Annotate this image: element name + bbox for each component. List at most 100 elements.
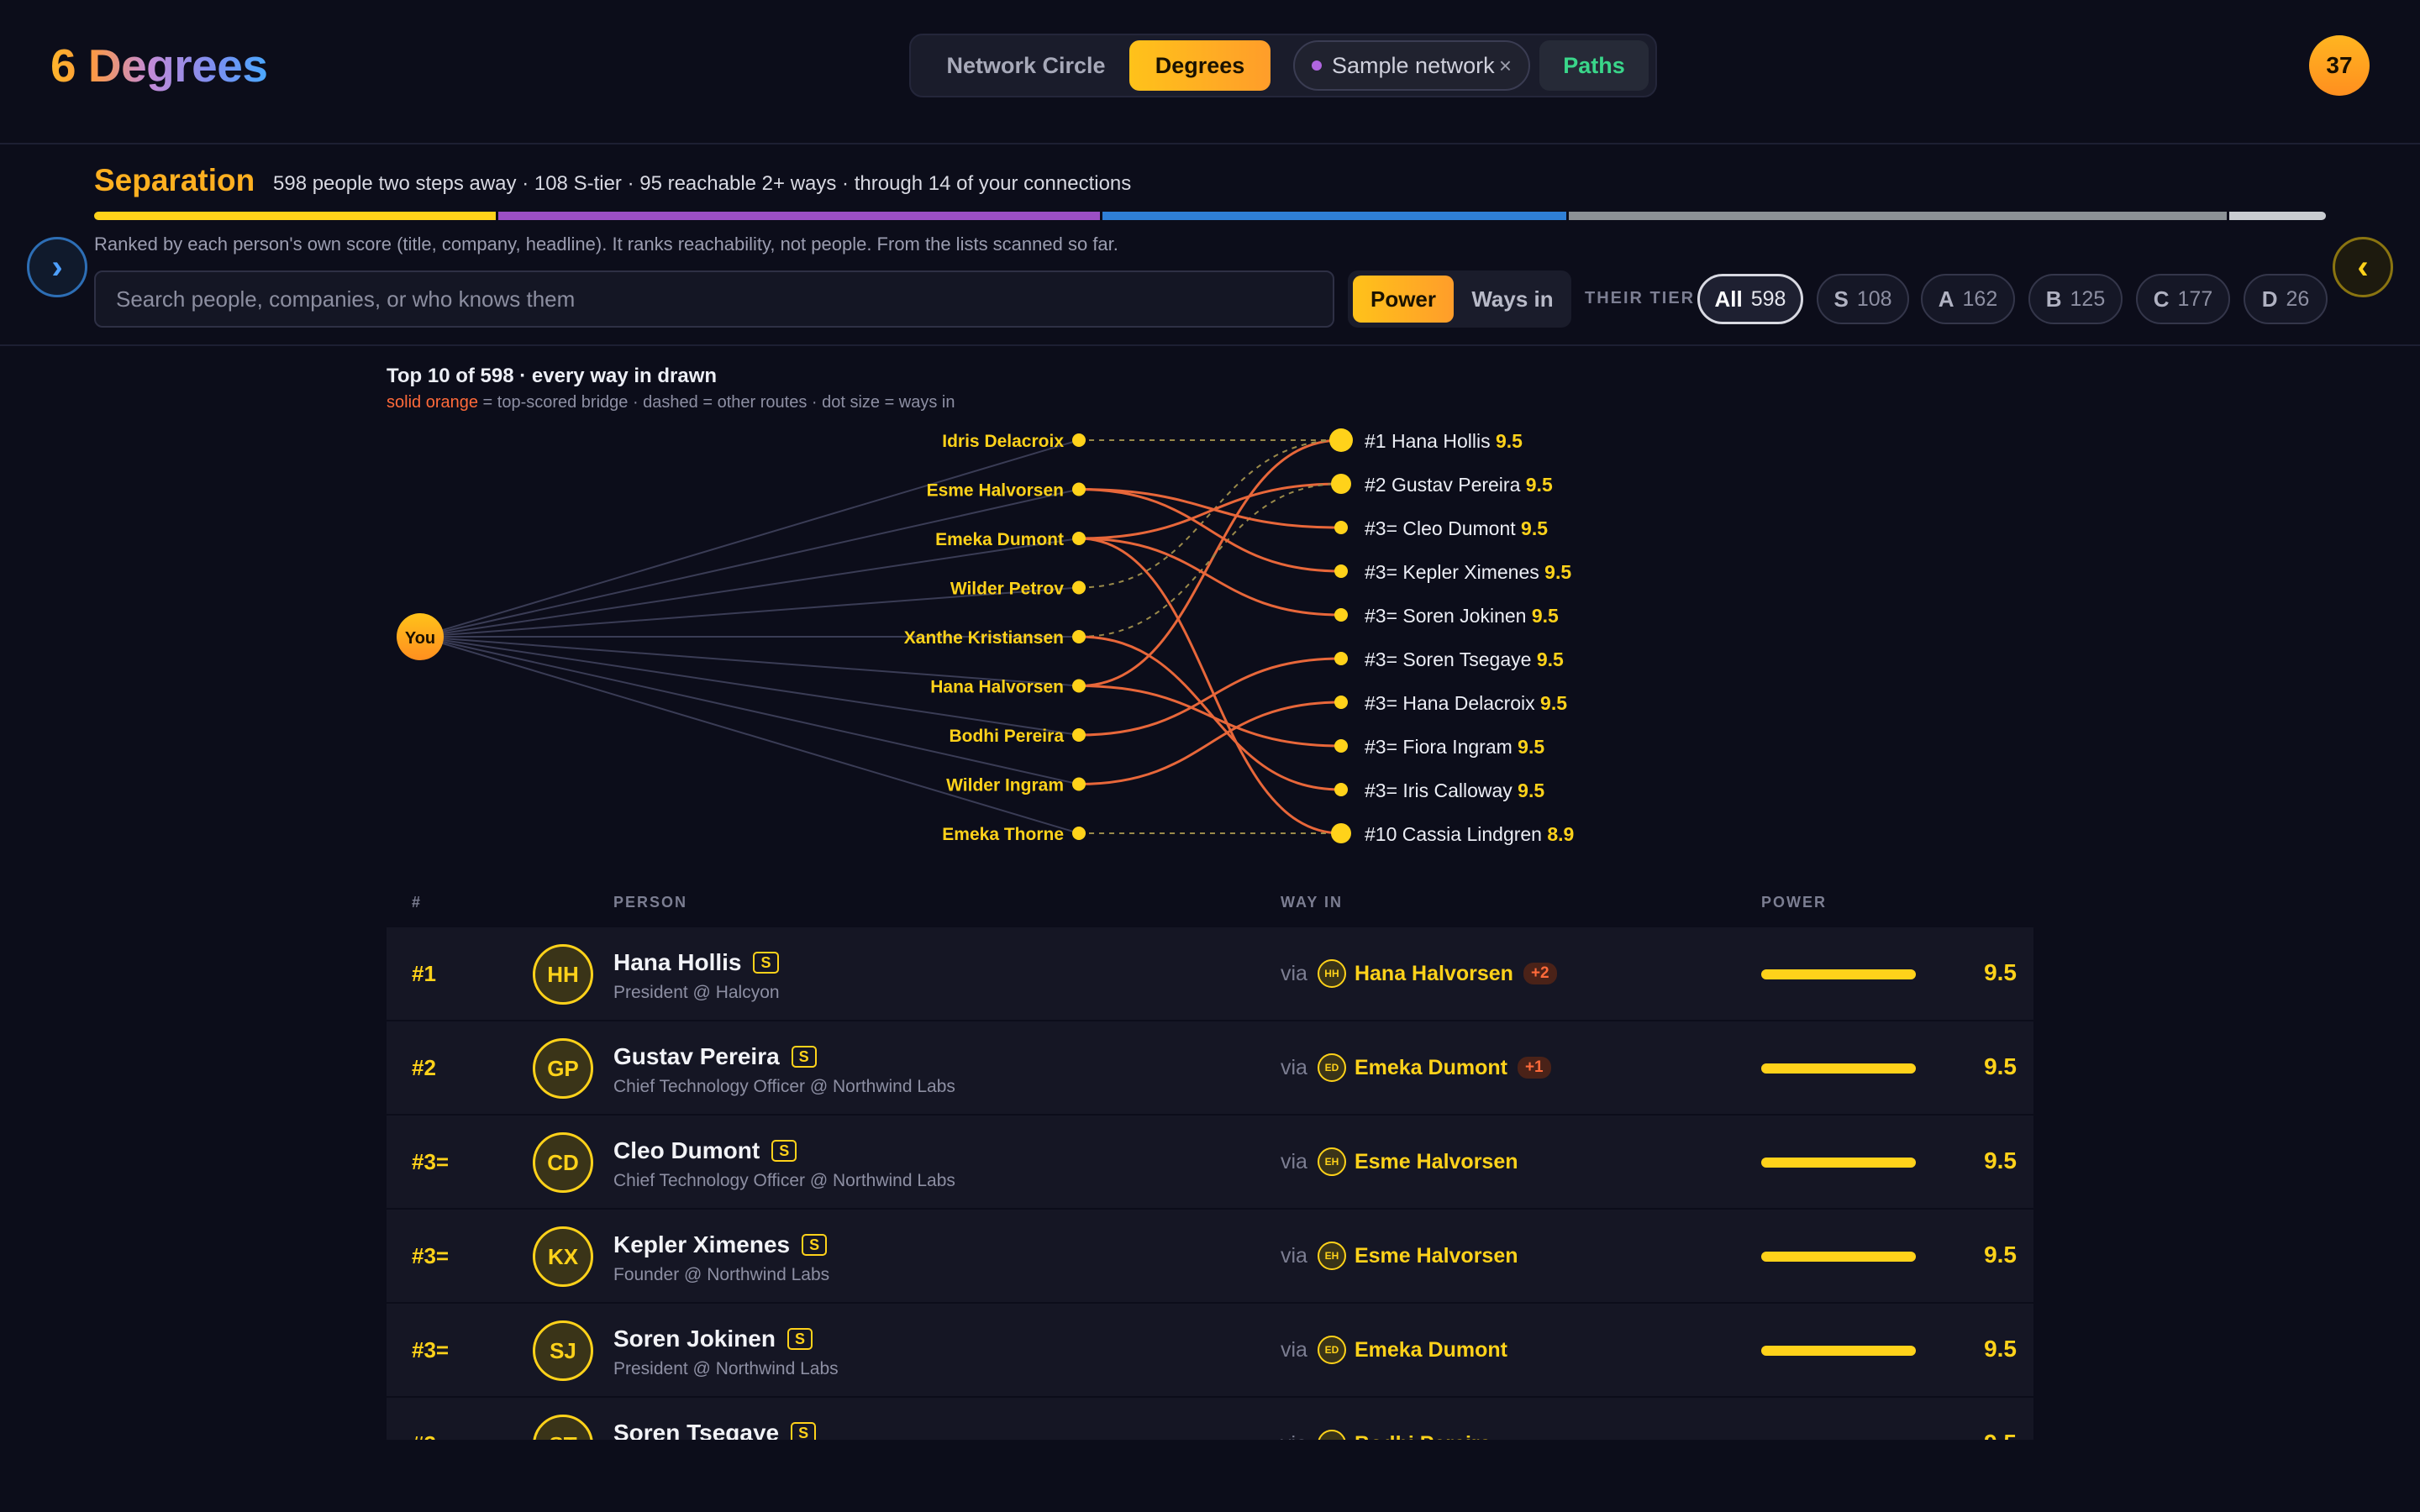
table-row[interactable]: #3= ST Soren Tsegaye Svia BP Bodhi Pereira 9.5 <box>387 1396 2033 1440</box>
person-name[interactable]: Kepler Ximenes S <box>613 1231 828 1258</box>
table-row[interactable]: #3= SJ Soren Jokinen S President @ Northwind… <box>387 1302 2033 1396</box>
way-in[interactable]: via HH Hana Halvorsen +2 <box>1281 959 1557 988</box>
way-in[interactable]: via EH Esme Halvorsen <box>1281 1147 1518 1176</box>
via-avatar: EH <box>1317 1242 1346 1270</box>
tier-chip-count: 108 <box>1856 286 1892 311</box>
user-count-badge[interactable]: 37 <box>2309 35 2370 96</box>
tab-degrees[interactable]: Degrees <box>1129 40 1270 91</box>
row-rank: #3= <box>412 1337 450 1362</box>
chart-legend: solid orange = top-scored bridge · dashe… <box>387 393 955 412</box>
close-icon[interactable]: × <box>1499 53 1512 79</box>
target-node <box>1334 783 1348 796</box>
tier-chip-a[interactable]: A 162 <box>1921 274 2015 324</box>
chevron-right-icon[interactable]: › <box>27 237 87 297</box>
row-rank: #3= <box>412 1149 450 1174</box>
tier-chip-count: 125 <box>2070 286 2106 311</box>
tier-chip-name: C <box>2153 286 2170 312</box>
row-rank: #3= <box>412 1243 450 1268</box>
target-label: #3= Hana Delacroix 9.5 <box>1365 692 1567 714</box>
tier-chip-count: 26 <box>2286 286 2310 311</box>
avatar[interactable]: GP <box>533 1038 593 1099</box>
sample-network-pill[interactable]: Sample network × <box>1293 40 1530 91</box>
tier-chip-c[interactable]: C 177 <box>2136 274 2230 324</box>
power-value: 9.5 <box>1984 1336 2017 1362</box>
person-name-text: Hana Hollis <box>613 949 742 975</box>
tier-chip-all[interactable]: All 598 <box>1697 274 1803 324</box>
bridge-label: Emeka Dumont <box>935 530 1064 549</box>
bridge-edge <box>1078 488 1342 573</box>
target-label: #3= Fiora Ingram 9.5 <box>1365 736 1544 758</box>
app-logo[interactable]: 6 Degrees <box>50 39 268 92</box>
bridge-edge <box>1078 537 1342 617</box>
person-name[interactable]: Soren Tsegaye S <box>613 1420 817 1440</box>
tier-chip-count: 177 <box>2177 286 2213 311</box>
target-node <box>1334 564 1348 578</box>
tier-segment-d <box>2229 212 2326 220</box>
bridge-label: Bodhi Pereira <box>949 727 1064 746</box>
people-table: # PERSON WAY IN POWER #1 HH Hana Hollis S Pr… <box>387 882 2033 1440</box>
target-node <box>1334 696 1348 709</box>
tab-paths[interactable]: Paths <box>1539 40 1649 91</box>
separation-summary: 598 people two steps away · 108 S-tier ·… <box>273 172 1132 195</box>
sort-ways-in-button[interactable]: Ways in <box>1457 276 1568 323</box>
tier-badge: S <box>791 1046 817 1068</box>
row-rank: #1 <box>412 961 436 986</box>
tier-badge: S <box>771 1140 797 1162</box>
you-link <box>419 439 1080 638</box>
search-input[interactable] <box>94 270 1334 328</box>
target-label: #2 Gustav Pereira 9.5 <box>1365 474 1553 496</box>
table-row[interactable]: #1 HH Hana Hollis S President @ Halcyon via HH… <box>387 926 2033 1020</box>
chevron-left-icon[interactable]: ‹ <box>2333 237 2393 297</box>
tier-chip-d[interactable]: D 26 <box>2244 274 2328 324</box>
target-label: #3= Iris Calloway 9.5 <box>1365 780 1544 801</box>
tier-chip-name: All <box>1714 286 1743 312</box>
tier-chip-b[interactable]: B 125 <box>2028 274 2123 324</box>
via-avatar: EH <box>1317 1147 1346 1176</box>
bridge-node <box>1072 532 1086 545</box>
power-bar <box>1761 969 1916 979</box>
power-value: 9.5 <box>1984 1053 2017 1079</box>
tier-badge: S <box>786 1328 813 1350</box>
app-header: 6 Degrees Network Circle Degrees Sample … <box>0 0 2420 144</box>
avatar[interactable]: ST <box>533 1415 593 1440</box>
table-row[interactable]: #3= KX Kepler Ximenes S Founder @ Northwind … <box>387 1208 2033 1302</box>
bridge-label: Idris Delacroix <box>942 432 1064 451</box>
sample-network-label: Sample network <box>1332 52 1495 78</box>
you-node <box>397 613 444 660</box>
person-name[interactable]: Soren Jokinen S <box>613 1326 813 1352</box>
target-label: #10 Cassia Lindgren 8.9 <box>1365 823 1574 845</box>
tier-badge: S <box>753 952 779 974</box>
via-label: via <box>1281 1055 1307 1079</box>
tier-chip-name: S <box>1833 286 1849 312</box>
tier-filter-label: THEIR TIER <box>1585 289 1696 307</box>
via-label: via <box>1281 1149 1307 1173</box>
bridge-edge <box>1078 537 1342 835</box>
power-bar <box>1761 1158 1916 1168</box>
avatar[interactable]: SJ <box>533 1320 593 1381</box>
header-power: POWER <box>1761 894 1828 911</box>
person-title: President @ Northwind Labs <box>613 1359 839 1378</box>
way-in[interactable]: via ED Emeka Dumont +1 <box>1281 1053 1551 1082</box>
tab-network-circle[interactable]: Network Circle <box>921 40 1131 91</box>
avatar[interactable]: KX <box>533 1226 593 1287</box>
bridge-node <box>1072 580 1086 595</box>
via-name: Hana Halvorsen <box>1354 961 1513 985</box>
tier-segment-s <box>94 212 496 220</box>
table-row[interactable]: #2 GP Gustav Pereira S Chief Technology Offi… <box>387 1020 2033 1114</box>
person-name[interactable]: Hana Hollis S <box>613 949 779 976</box>
avatar[interactable]: CD <box>533 1132 593 1193</box>
via-name: Esme Halvorsen <box>1354 1243 1518 1268</box>
avatar[interactable]: HH <box>533 944 593 1005</box>
way-in[interactable]: via BP Bodhi Pereira <box>1281 1430 1491 1440</box>
person-name[interactable]: Gustav Pereira S <box>613 1043 817 1070</box>
power-bar-fill <box>1761 1063 1916 1074</box>
way-in[interactable]: via EH Esme Halvorsen <box>1281 1242 1518 1270</box>
person-name[interactable]: Cleo Dumont S <box>613 1137 797 1164</box>
way-in[interactable]: via ED Emeka Dumont <box>1281 1336 1507 1364</box>
table-row[interactable]: #3= CD Cleo Dumont S Chief Technology Office… <box>387 1114 2033 1208</box>
sort-power-button[interactable]: Power <box>1353 276 1454 323</box>
person-title: Founder @ Northwind Labs <box>613 1265 830 1284</box>
via-label: via <box>1281 961 1307 985</box>
bridge-label: Xanthe Kristiansen <box>904 628 1064 648</box>
tier-chip-s[interactable]: S 108 <box>1817 274 1909 324</box>
